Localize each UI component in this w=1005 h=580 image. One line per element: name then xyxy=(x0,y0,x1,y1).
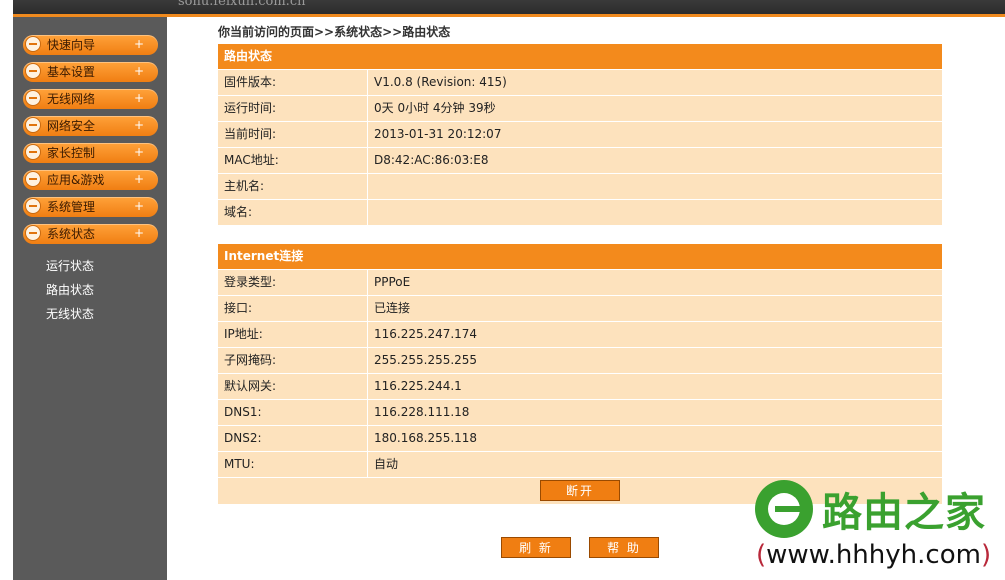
menu-bullet-icon xyxy=(25,198,41,214)
menu-label: 网络安全 xyxy=(47,119,96,133)
field-label: IP地址: xyxy=(218,322,368,347)
menu-item-basic-settings[interactable]: 基本设置 + xyxy=(23,62,158,82)
menu-bullet-icon xyxy=(25,63,41,79)
menu-bullet-icon xyxy=(25,117,41,133)
menu-item-wireless[interactable]: 无线网络 + xyxy=(23,89,158,109)
field-value: 116.225.247.174 xyxy=(374,327,478,341)
table-row: 登录类型: PPPoE xyxy=(218,270,942,296)
field-label: 运行时间: xyxy=(218,96,368,121)
top-bar: sohu.feixun.com.cn xyxy=(13,0,1005,17)
menu-item-quick-guide[interactable]: 快速向导 + xyxy=(23,35,158,55)
expand-plus-icon: + xyxy=(133,37,144,51)
field-label: 主机名: xyxy=(218,174,368,199)
menu-bullet-icon xyxy=(25,36,41,52)
field-value: 已连接 xyxy=(374,301,411,315)
expand-plus-icon: + xyxy=(133,91,144,105)
field-label: 当前时间: xyxy=(218,122,368,147)
url-paren-open: ( xyxy=(756,540,767,570)
help-button[interactable]: 帮 助 xyxy=(589,537,659,558)
internet-connection-panel: Internet连接 登录类型: PPPoE 接口: 已连接 IP地址: 116… xyxy=(218,244,942,504)
field-label: 登录类型: xyxy=(218,270,368,295)
menu-item-apps-games[interactable]: 应用&游戏 + xyxy=(23,170,158,190)
menu-label: 应用&游戏 xyxy=(47,173,105,187)
menu-item-parental-control[interactable]: 家长控制 + xyxy=(23,143,158,163)
breadcrumb: 你当前访问的页面>>系统状态>>路由状态 xyxy=(218,25,451,39)
field-value xyxy=(368,174,374,199)
panel-title: Internet连接 xyxy=(218,244,942,270)
field-value: 自动 xyxy=(374,457,399,471)
brand-logo-icon xyxy=(755,480,813,538)
menu-item-system-status[interactable]: 系统状态 + xyxy=(23,224,158,244)
expand-plus-icon: + xyxy=(133,226,144,240)
sidebar: 快速向导 + 基本设置 + 无线网络 + 网络安全 + 家长控制 + 应用&游戏… xyxy=(13,17,167,580)
watermark-url: (www.hhhyh.com) xyxy=(756,540,991,570)
field-label: MAC地址: xyxy=(218,148,368,173)
menu-bullet-icon xyxy=(25,144,41,160)
field-value: PPPoE xyxy=(374,275,411,289)
menu-bullet-icon xyxy=(25,90,41,106)
field-value xyxy=(368,200,374,225)
menu-label: 快速向导 xyxy=(47,38,96,52)
table-row: 接口: 已连接 xyxy=(218,296,942,322)
menu-item-security[interactable]: 网络安全 + xyxy=(23,116,158,136)
field-label: 默认网关: xyxy=(218,374,368,399)
field-label: 子网掩码: xyxy=(218,348,368,373)
expand-plus-icon: + xyxy=(133,145,144,159)
field-value: 0天 0小时 4分钟 39秒 xyxy=(374,101,496,115)
panel-title: 路由状态 xyxy=(218,44,942,70)
menu-bullet-icon xyxy=(25,171,41,187)
table-row: 固件版本: V1.0.8 (Revision: 415) xyxy=(218,70,942,96)
table-row: DNS1: 116.228.111.18 xyxy=(218,400,942,426)
field-value: 255.255.255.255 xyxy=(374,353,478,367)
field-value: 116.225.244.1 xyxy=(374,379,462,393)
table-row: DNS2: 180.168.255.118 xyxy=(218,426,942,452)
submenu-running-status[interactable]: 运行状态 xyxy=(46,257,94,274)
submenu-wireless-status[interactable]: 无线状态 xyxy=(46,305,94,322)
field-label: 固件版本: xyxy=(218,70,368,95)
field-value: D8:42:AC:86:03:E8 xyxy=(374,153,489,167)
refresh-button[interactable]: 刷 新 xyxy=(501,537,571,558)
expand-plus-icon: + xyxy=(133,199,144,213)
field-label: 接口: xyxy=(218,296,368,321)
table-row: 子网掩码: 255.255.255.255 xyxy=(218,348,942,374)
table-row: 当前时间: 2013-01-31 20:12:07 xyxy=(218,122,942,148)
table-row: MAC地址: D8:42:AC:86:03:E8 xyxy=(218,148,942,174)
menu-bullet-icon xyxy=(25,225,41,241)
disconnect-button[interactable]: 断开 xyxy=(540,480,620,501)
field-value: 116.228.111.18 xyxy=(374,405,470,419)
router-status-panel: 路由状态 固件版本: V1.0.8 (Revision: 415) 运行时间: … xyxy=(218,44,942,226)
field-label: MTU: xyxy=(218,452,368,477)
url-text: www.hhhyh.com xyxy=(766,540,981,570)
table-row: 域名: xyxy=(218,200,942,226)
expand-plus-icon: + xyxy=(133,118,144,132)
menu-label: 无线网络 xyxy=(47,92,96,106)
table-row: 运行时间: 0天 0小时 4分钟 39秒 xyxy=(218,96,942,122)
table-row: 主机名: xyxy=(218,174,942,200)
expand-plus-icon: + xyxy=(133,64,144,78)
menu-label: 系统状态 xyxy=(47,227,96,241)
watermark: 路由之家 (www.hhhyh.com) xyxy=(752,478,1005,580)
table-row: IP地址: 116.225.247.174 xyxy=(218,322,942,348)
watermark-brand: 路由之家 xyxy=(822,490,986,536)
menu-label: 家长控制 xyxy=(47,146,96,160)
menu-label: 系统管理 xyxy=(47,200,96,214)
field-label: DNS1: xyxy=(218,400,368,425)
table-row: 默认网关: 116.225.244.1 xyxy=(218,374,942,400)
field-value: V1.0.8 (Revision: 415) xyxy=(374,75,507,89)
field-value: 180.168.255.118 xyxy=(374,431,478,445)
expand-plus-icon: + xyxy=(133,172,144,186)
field-label: DNS2: xyxy=(218,426,368,451)
submenu-router-status[interactable]: 路由状态 xyxy=(46,281,94,298)
table-row: MTU: 自动 xyxy=(218,452,942,478)
site-domain: sohu.feixun.com.cn xyxy=(178,0,306,9)
url-paren-close: ) xyxy=(980,540,992,570)
menu-item-system-admin[interactable]: 系统管理 + xyxy=(23,197,158,217)
field-value: 2013-01-31 20:12:07 xyxy=(374,127,502,141)
menu-label: 基本设置 xyxy=(47,65,96,79)
field-label: 域名: xyxy=(218,200,368,225)
